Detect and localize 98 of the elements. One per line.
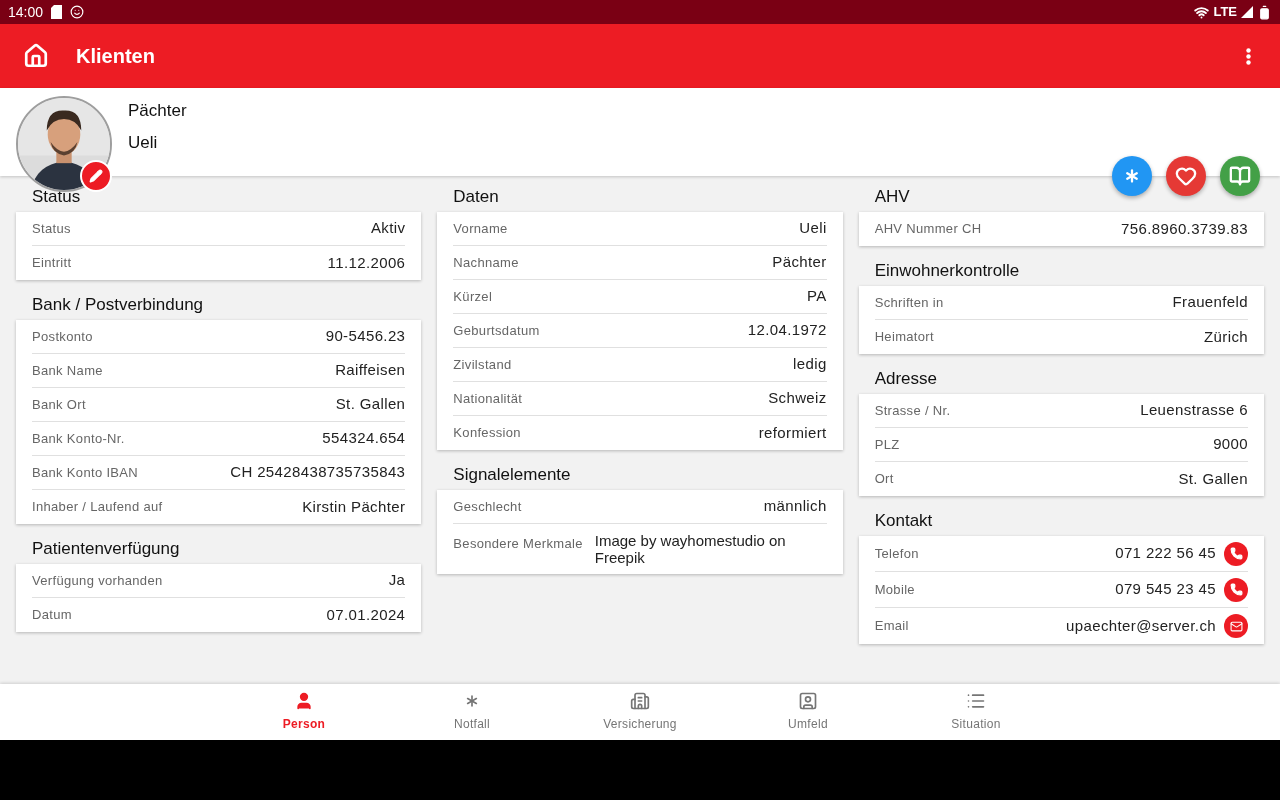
nav-tab[interactable]: Versicherung <box>556 684 724 740</box>
field-value: 756.8960.3739.83 <box>1121 218 1248 239</box>
section-title: Daten <box>452 185 500 208</box>
field-label: Geschlecht <box>453 497 522 516</box>
field-value: upaechter@server.ch <box>1066 615 1216 636</box>
building-icon <box>630 691 650 711</box>
phone-button[interactable] <box>1224 541 1248 566</box>
field-label: Schriften in <box>874 293 944 312</box>
field-value: 071 222 56 45 <box>1115 543 1216 564</box>
field-label: Nationalität <box>453 389 523 408</box>
field-label: Kürzel <box>453 287 493 306</box>
portrait-icon <box>798 691 818 711</box>
sd-card-icon <box>51 5 63 19</box>
field-value: Raiffeisen <box>335 360 406 381</box>
section-title: Adresse <box>873 367 939 390</box>
network-type: LTE <box>1213 3 1237 22</box>
field-label: Telefon <box>874 544 919 563</box>
field-value: männlich <box>763 496 827 517</box>
person-icon <box>294 691 314 711</box>
field-label: Zivilstand <box>453 355 512 374</box>
signal-icon <box>1241 6 1253 18</box>
field-label: Verfügung vorhanden <box>32 571 163 590</box>
phone-icon <box>1229 547 1243 560</box>
field-label: Vorname <box>453 219 508 238</box>
field-label: Strasse / Nr. <box>874 401 951 420</box>
field-value: Frauenfeld <box>1172 292 1248 313</box>
wifi-icon <box>1194 4 1210 20</box>
field-label: AHV Nummer CH <box>874 220 982 239</box>
field-value: Ja <box>388 570 406 591</box>
field-label: Mobile <box>874 580 915 599</box>
field-value: Schweiz <box>768 388 827 409</box>
field-value: PA <box>807 286 827 307</box>
field-value: Image by wayhomestudio on Freepik <box>594 532 787 566</box>
field-value: ledig <box>793 354 827 375</box>
field-value: St. Gallen <box>1178 468 1248 489</box>
nav-tab[interactable]: Umfeld <box>724 684 892 740</box>
nav-tab[interactable]: Person <box>220 684 388 740</box>
field-value: reformiert <box>758 422 827 443</box>
field-label: Bank Konto-Nr. <box>32 429 125 448</box>
field-value: 9000 <box>1213 434 1248 455</box>
field-value: Zürich <box>1204 326 1248 347</box>
field-value: 554324.654 <box>322 428 406 449</box>
section-title: Signalelemente <box>452 463 572 486</box>
field-value: Kirstin Pächter <box>302 496 406 517</box>
mail-icon <box>1229 619 1243 633</box>
field-value: 12.04.1972 <box>747 320 827 341</box>
field-label: Besondere Merkmale <box>453 535 583 553</box>
section-title: Einwohnerkontrolle <box>873 259 1021 282</box>
clock: 14:00 <box>8 2 44 22</box>
phone-icon <box>1229 583 1243 596</box>
field-value: CH 25428438735735843 <box>230 462 406 483</box>
field-value: Pächter <box>772 252 827 273</box>
list-icon <box>966 691 986 711</box>
field-label: Eintritt <box>32 254 72 273</box>
section-title: Status <box>31 185 82 208</box>
pencil-icon <box>89 169 103 183</box>
menu-icon <box>1245 47 1251 65</box>
last-name: Pächter <box>128 100 187 122</box>
field-value: 11.12.2006 <box>327 252 406 273</box>
phone-button[interactable] <box>1224 577 1248 602</box>
section-title: Patientenverfügung <box>31 537 181 560</box>
field-label: Heimatort <box>874 328 934 347</box>
book-button[interactable] <box>1220 156 1260 196</box>
section-title: AHV <box>873 185 911 208</box>
field-label: Bank Konto IBAN <box>32 463 139 482</box>
field-label: PLZ <box>874 435 900 454</box>
heart-button[interactable] <box>1166 156 1206 196</box>
field-label: Konfession <box>453 424 521 443</box>
heart-icon <box>1175 165 1197 187</box>
field-label: Datum <box>32 606 72 625</box>
field-label: Bank Ort <box>32 395 86 414</box>
field-value: 07.01.2024 <box>326 604 406 625</box>
field-value: 90-5456.23 <box>325 326 406 347</box>
app-title: Klienten <box>76 44 155 69</box>
battery-icon <box>1257 4 1272 20</box>
field-label: Inhaber / Laufend auf <box>32 498 163 517</box>
field-value: Leuenstrasse 6 <box>1140 400 1248 421</box>
section-title: Kontakt <box>873 509 934 532</box>
face-icon <box>70 5 85 19</box>
asterisk-button[interactable] <box>1112 156 1152 196</box>
field-label: Bank Name <box>32 361 103 380</box>
field-label: Geburtsdatum <box>453 321 540 340</box>
nav-tab[interactable]: Notfall <box>388 684 556 740</box>
home-icon <box>23 43 49 69</box>
field-label: Status <box>32 219 71 238</box>
first-name: Ueli <box>128 131 159 154</box>
email-button[interactable] <box>1224 614 1248 638</box>
field-value: Ueli <box>799 218 827 239</box>
field-value: 079 545 23 45 <box>1115 579 1216 600</box>
nav-tab[interactable]: Situation <box>892 684 1060 740</box>
field-value: Aktiv <box>370 218 406 239</box>
field-value: St. Gallen <box>335 394 406 415</box>
field-label: Nachname <box>453 253 519 272</box>
section-title: Bank / Postverbindung <box>31 293 205 316</box>
field-label: Ort <box>874 470 894 489</box>
book-icon <box>1229 165 1251 187</box>
field-label: Email <box>874 617 909 636</box>
field-label: Postkonto <box>32 327 93 346</box>
